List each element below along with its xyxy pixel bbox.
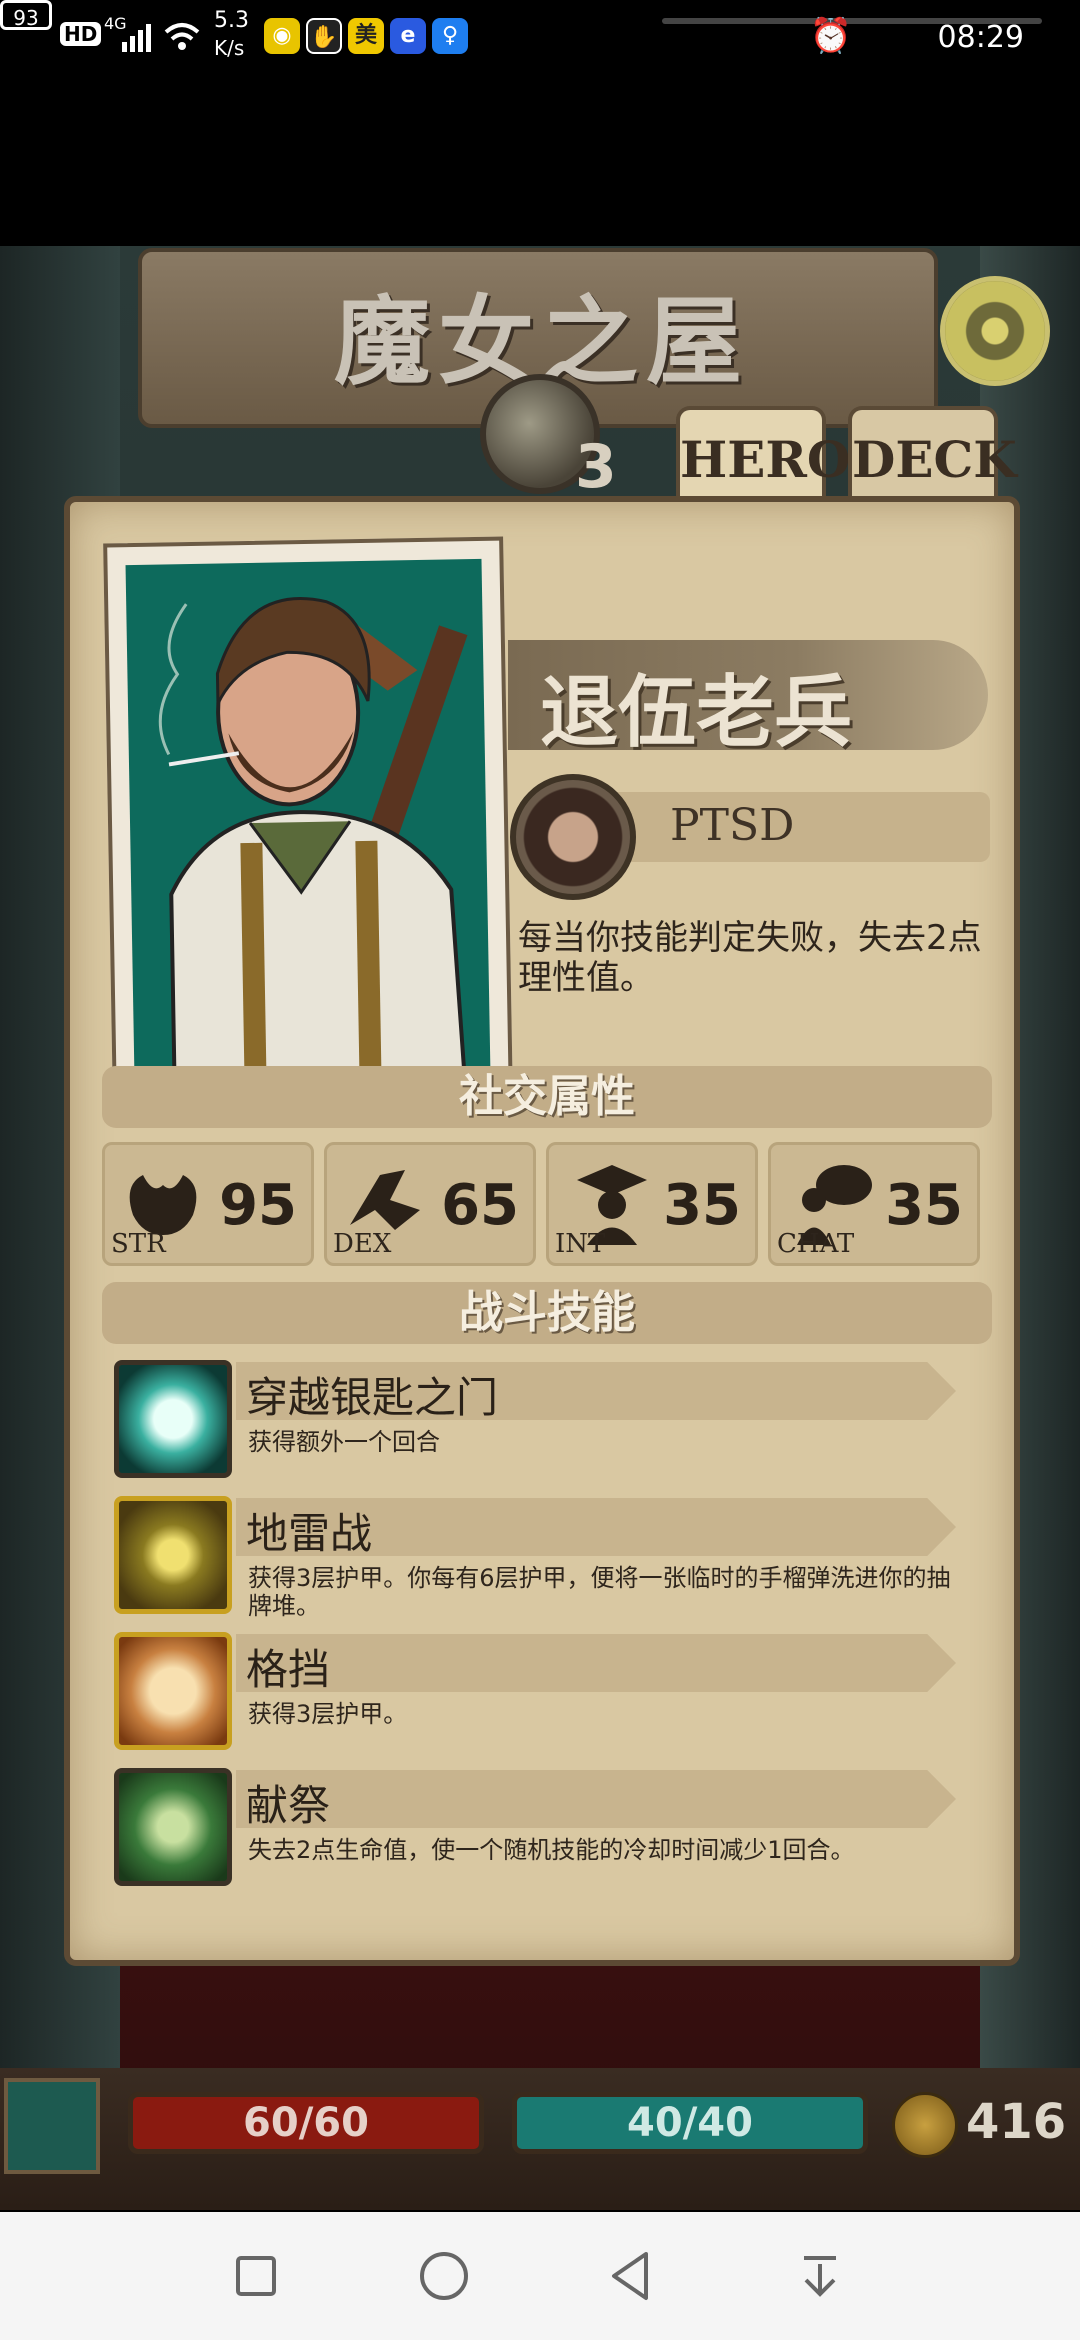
hero-avatar[interactable] bbox=[4, 2078, 100, 2174]
skill-name-bar bbox=[236, 1770, 956, 1828]
ptsd-trait-icon[interactable] bbox=[510, 774, 636, 900]
skill-description: 获得3层护甲。 bbox=[248, 1700, 408, 1728]
skill-description: 获得额外一个回合 bbox=[248, 1428, 440, 1456]
skill-name-bar bbox=[236, 1634, 956, 1692]
bulb-icon: ♀ bbox=[432, 18, 468, 54]
notification-pull-icon[interactable] bbox=[790, 2246, 850, 2306]
status-bar: HD 4G 5.3 K/s ◉ ✋ 美 e ♀ ⏰ 93 08:29 bbox=[0, 0, 1080, 76]
stat-label: STR bbox=[111, 1229, 166, 1259]
stat-label: INT bbox=[555, 1229, 606, 1259]
recent-apps-icon[interactable] bbox=[226, 2246, 286, 2306]
net-speed-value: 5.3 bbox=[214, 8, 249, 33]
game-screen: 魔女之屋 3 HERO DECK 退伍老兵 PTSD 每当你技能判定失败，失去2… bbox=[0, 246, 1080, 2210]
bottom-hud: 60/60 40/40 416 bbox=[0, 2068, 1080, 2210]
skill-item[interactable]: 献祭 失去2点生命值，使一个随机技能的冷却时间减少1回合。 bbox=[110, 1764, 990, 1890]
skill-name: 穿越银匙之门 bbox=[246, 1373, 499, 1422]
net-speed-unit: K/s bbox=[214, 36, 245, 60]
skill-description: 获得3层护甲。你每有6层护甲，便将一张临时的手榴弹洗进你的抽牌堆。 bbox=[248, 1564, 951, 1620]
landmine-icon bbox=[114, 1496, 232, 1614]
hero-portrait bbox=[125, 558, 491, 1082]
stat-dex[interactable]: DEX 65 bbox=[324, 1142, 536, 1266]
trait-name: PTSD bbox=[670, 800, 795, 851]
hero-class-name: 退伍老兵 bbox=[540, 667, 853, 758]
stat-str[interactable]: STR 95 bbox=[102, 1142, 314, 1266]
gold-amount: 416 bbox=[966, 2094, 1067, 2150]
stat-value: 35 bbox=[663, 1173, 741, 1238]
level-indicator: 3 bbox=[575, 432, 617, 502]
signal-icon bbox=[122, 22, 154, 52]
health-bar: 60/60 bbox=[128, 2092, 484, 2154]
back-icon[interactable] bbox=[600, 2246, 660, 2306]
stat-value: 95 bbox=[219, 1173, 297, 1238]
hd-badge: HD bbox=[60, 22, 102, 46]
sacrifice-icon bbox=[114, 1768, 232, 1886]
meituan-icon: 美 bbox=[348, 18, 384, 54]
trait-description: 每当你技能判定失败，失去2点理性值。 bbox=[518, 918, 982, 998]
social-attributes-header: 社交属性 bbox=[102, 1066, 992, 1128]
skill-name: 格挡 bbox=[246, 1645, 331, 1694]
skill-item[interactable]: 穿越银匙之门 获得额外一个回合 bbox=[110, 1356, 990, 1482]
stat-label: DEX bbox=[333, 1229, 392, 1259]
battery-icon: 93 bbox=[0, 0, 52, 30]
browser-icon: e bbox=[390, 18, 426, 54]
gold-coin-icon bbox=[892, 2092, 958, 2158]
skill-item[interactable]: 地雷战 获得3层护甲。你每有6层护甲，便将一张临时的手榴弹洗进你的抽牌堆。 bbox=[110, 1492, 990, 1620]
hero-card: 退伍老兵 PTSD 每当你技能判定失败，失去2点理性值。 社交属性 STR 95… bbox=[64, 496, 1020, 1966]
skill-item[interactable]: 格挡 获得3层护甲。 bbox=[110, 1628, 990, 1754]
skill-name: 献祭 bbox=[246, 1781, 331, 1830]
portrait-frame bbox=[103, 536, 513, 1104]
stat-value: 65 bbox=[441, 1173, 519, 1238]
settings-gear-icon[interactable] bbox=[940, 276, 1050, 386]
block-icon bbox=[114, 1632, 232, 1750]
system-nav-bar bbox=[0, 2212, 1080, 2340]
combat-skills-header: 战斗技能 bbox=[102, 1282, 992, 1344]
skill-description: 失去2点生命值，使一个随机技能的冷却时间减少1回合。 bbox=[248, 1836, 855, 1864]
alarm-icon: ⏰ bbox=[809, 16, 852, 56]
clock: 08:29 bbox=[937, 20, 1024, 55]
wifi-icon bbox=[164, 20, 200, 52]
weibo-icon: ◉ bbox=[264, 18, 300, 54]
hand-icon: ✋ bbox=[306, 18, 342, 54]
silver-key-gate-icon bbox=[114, 1360, 232, 1478]
home-icon[interactable] bbox=[414, 2246, 474, 2306]
stat-int[interactable]: INT 35 bbox=[546, 1142, 758, 1266]
stat-chat[interactable]: CHAT 35 bbox=[768, 1142, 980, 1266]
skill-name: 地雷战 bbox=[246, 1509, 373, 1558]
stat-value: 35 bbox=[885, 1173, 963, 1238]
sanity-bar: 40/40 bbox=[512, 2092, 868, 2154]
stat-label: CHAT bbox=[777, 1229, 855, 1259]
